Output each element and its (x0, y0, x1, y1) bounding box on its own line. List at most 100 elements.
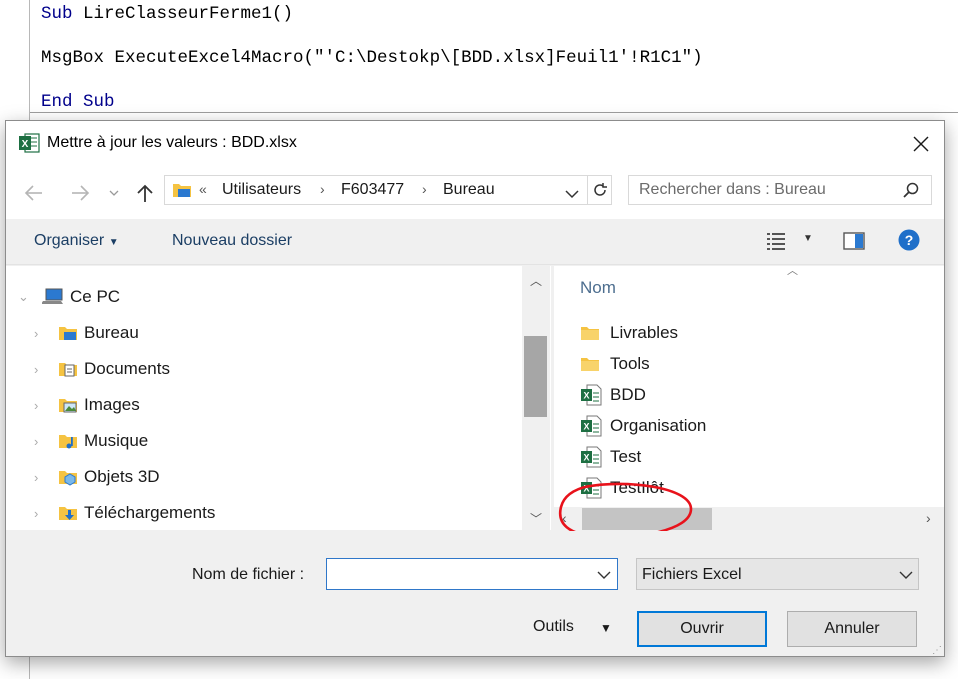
cancel-button[interactable]: Annuler (787, 611, 917, 647)
svg-text:X: X (583, 453, 589, 463)
file-item-tools[interactable]: Tools (580, 349, 650, 379)
search-icon[interactable] (903, 182, 919, 203)
preview-pane-button[interactable] (843, 231, 865, 256)
desktop-folder-icon (58, 324, 78, 342)
view-dropdown-caret[interactable]: ▼ (803, 233, 813, 244)
help-button[interactable]: ? (898, 229, 920, 256)
tree-item-images[interactable]: › Images (34, 390, 140, 420)
folder-icon (580, 355, 604, 373)
breadcrumb-bureau[interactable]: Bureau (443, 181, 495, 199)
view-options-button[interactable] (766, 231, 790, 256)
navigation-scrollbar[interactable]: ︿ ﹀ (522, 266, 550, 530)
code-line-end-sub[interactable]: End Sub (41, 92, 115, 112)
filename-label: Nom de fichier : (192, 566, 305, 583)
chevron-down-icon (109, 190, 119, 196)
preview-pane-icon (843, 232, 865, 250)
filetype-select[interactable]: Fichiers Excel (636, 558, 919, 590)
file-item-test[interactable]: X Test (580, 442, 641, 472)
sort-ascending-icon: ︿ (787, 266, 798, 277)
desktop-folder-icon (172, 181, 192, 204)
tree-item-bureau[interactable]: › Bureau (34, 318, 139, 348)
chevron-right-icon[interactable]: › (34, 326, 48, 341)
up-arrow-icon (137, 184, 153, 202)
chevron-right-icon[interactable]: › (34, 398, 48, 413)
pictures-folder-icon (58, 396, 78, 414)
forward-arrow-icon (72, 185, 90, 201)
svg-text:X: X (583, 422, 589, 432)
file-item-organisation[interactable]: X Organisation (580, 411, 706, 441)
address-overflow[interactable]: « (199, 181, 207, 197)
refresh-button[interactable] (587, 176, 612, 204)
search-input[interactable] (639, 180, 889, 200)
up-button[interactable] (132, 180, 158, 206)
recent-locations-button[interactable] (106, 180, 122, 206)
caret-down-icon[interactable]: ▼ (600, 621, 612, 635)
chevron-right-icon[interactable]: › (34, 362, 48, 377)
procedure-separator (30, 112, 958, 113)
code-line-sub[interactable]: Sub LireClasseurFerme1() (41, 4, 293, 24)
file-list-hscrollbar[interactable]: ‹ › (554, 507, 944, 531)
dialog-title: Mettre à jour les valeurs : BDD.xlsx (47, 134, 297, 151)
tree-item-documents[interactable]: › Documents (34, 354, 170, 384)
downloads-folder-icon (58, 504, 78, 522)
3d-objects-folder-icon (58, 468, 78, 486)
breadcrumb-separator: › (320, 181, 325, 197)
resize-grip-icon[interactable]: ⋰ (932, 645, 942, 656)
filename-dropdown-button[interactable] (597, 567, 611, 585)
dialog-titlebar: X Mettre à jour les valeurs : BDD.xlsx (6, 121, 944, 167)
filename-combobox[interactable] (326, 558, 618, 590)
folder-icon (580, 324, 604, 342)
new-folder-button[interactable]: Nouveau dossier (172, 232, 292, 250)
excel-app-icon: X (18, 132, 40, 159)
excel-file-icon: X (580, 384, 604, 406)
file-list: ︿ Nom Livrables Tools X BDD X Organisati… (554, 266, 944, 530)
file-item-testilot[interactable]: X TestIlôt (580, 473, 664, 503)
details-view-icon (767, 233, 785, 250)
scroll-down-arrow-icon[interactable]: ﹀ (522, 510, 550, 527)
chevron-down-icon (565, 190, 579, 199)
column-header-name[interactable]: Nom (580, 278, 616, 298)
scrollbar-thumb[interactable] (582, 508, 712, 530)
tree-item-musique[interactable]: › Musique (34, 426, 148, 456)
address-bar[interactable]: « Utilisateurs › F603477 › Bureau (164, 175, 612, 205)
chevron-down-icon[interactable]: ⌄ (18, 289, 32, 305)
address-history-button[interactable] (565, 186, 579, 204)
navigation-pane: ⌄ Ce PC › Bureau › Documents › Images › … (6, 266, 551, 530)
chevron-right-icon[interactable]: › (34, 470, 48, 485)
music-folder-icon (58, 432, 78, 450)
breadcrumb-f603477[interactable]: F603477 (341, 181, 404, 199)
close-button[interactable] (898, 121, 944, 167)
tree-item-telechargements[interactable]: › Téléchargements (34, 498, 215, 528)
tools-menu-button[interactable]: Outils (533, 618, 574, 636)
search-box[interactable] (628, 175, 932, 205)
file-item-livrables[interactable]: Livrables (580, 318, 678, 348)
caret-down-icon: ▼ (108, 237, 119, 248)
tree-item-objets-3d[interactable]: › Objets 3D (34, 462, 160, 492)
scroll-up-arrow-icon[interactable]: ︿ (522, 272, 550, 289)
chevron-right-icon[interactable]: › (34, 506, 48, 521)
forward-button[interactable] (66, 180, 94, 206)
scroll-right-arrow-icon[interactable]: › (926, 510, 931, 526)
code-line-msgbox[interactable]: MsgBox ExecuteExcel4Macro("'C:\Destokp\[… (41, 48, 703, 68)
chevron-down-icon (899, 567, 913, 585)
excel-file-icon: X (580, 446, 604, 468)
open-file-dialog: X Mettre à jour les valeurs : BDD.xlsx «… (5, 120, 945, 657)
tree-item-ce-pc[interactable]: ⌄ Ce PC (18, 282, 120, 312)
excel-file-icon: X (580, 415, 604, 437)
scrollbar-thumb[interactable] (524, 336, 547, 417)
excel-file-icon: X (580, 477, 604, 499)
open-button[interactable]: Ouvrir (637, 611, 767, 647)
file-item-bdd[interactable]: X BDD (580, 380, 646, 410)
back-button[interactable] (20, 180, 48, 206)
breadcrumb-utilisateurs[interactable]: Utilisateurs (222, 181, 301, 199)
scroll-left-arrow-icon[interactable]: ‹ (562, 510, 567, 526)
help-icon: ? (898, 229, 920, 251)
organize-menu[interactable]: Organiser ▼ (34, 232, 119, 250)
svg-text:X: X (583, 484, 589, 494)
refresh-icon (594, 183, 607, 196)
filename-input[interactable] (333, 564, 583, 584)
chevron-right-icon[interactable]: › (34, 434, 48, 449)
chevron-down-icon (597, 571, 611, 579)
svg-text:?: ? (905, 232, 914, 248)
dialog-footer: Nom de fichier : Fichiers Excel Outils ▼… (6, 531, 944, 656)
